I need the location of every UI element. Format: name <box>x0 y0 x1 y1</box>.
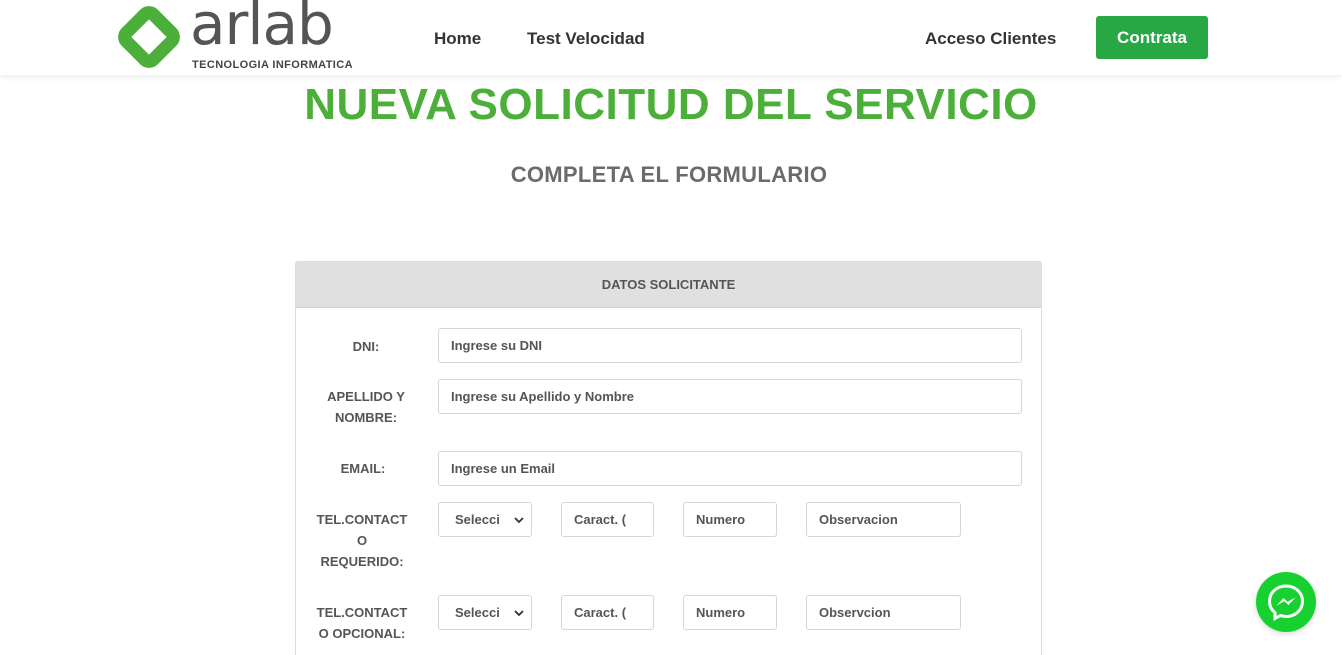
page-subtitle: COMPLETA EL FORMULARIO <box>510 162 828 187</box>
tel-requerido-observacion-input[interactable]: Observacion <box>806 502 961 537</box>
nombre-input[interactable]: Ingrese su Apellido y Nombre <box>438 379 1022 414</box>
tel-opcional-numero-input[interactable]: Numero <box>683 595 777 630</box>
tel-requerido-caract-input[interactable]: Caract. ( <box>561 502 654 537</box>
tel-opcional-select-value: Selecci <box>455 605 500 620</box>
page-title: NUEVA SOLICITUD DEL SERVICIO <box>304 80 1038 129</box>
nav-acceso-clientes-link[interactable]: Acceso Clientes <box>925 29 1056 49</box>
tel-requerido-type-select[interactable]: Selecci <box>438 502 532 537</box>
tel-opcional-label-line2: O OPCIONAL: <box>318 626 406 641</box>
chevron-down-icon <box>514 610 524 617</box>
nav-home-link[interactable]: Home <box>434 29 481 49</box>
tel-opcional-label: TEL.CONTACT O OPCIONAL: <box>310 602 414 644</box>
tel-requerido-label-line2: O <box>356 533 368 548</box>
email-input[interactable]: Ingrese un Email <box>438 451 1022 486</box>
nav-test-velocidad-link[interactable]: Test Velocidad <box>527 29 645 49</box>
email-label: EMAIL: <box>340 461 386 476</box>
datos-solicitante-card: DATOS SOLICITANTE DNI: Ingrese su DNI AP… <box>295 261 1042 655</box>
tel-opcional-type-select[interactable]: Selecci <box>438 595 532 630</box>
dni-label: DNI: <box>352 339 380 354</box>
arlab-logo-icon <box>118 6 180 68</box>
tel-requerido-label-line1: TEL.CONTACT <box>316 512 408 527</box>
tel-requerido-label-line3: REQUERIDO: <box>320 554 404 569</box>
tel-opcional-observacion-input[interactable]: Observcion <box>806 595 961 630</box>
top-navbar: arlab TECNOLOGIA INFORMATICA Home Test V… <box>0 0 1342 75</box>
brand-tagline: TECNOLOGIA INFORMATICA <box>192 59 353 71</box>
nombre-label-line2: NOMBRE: <box>334 410 398 425</box>
chevron-down-icon <box>514 517 524 524</box>
nombre-label: APELLIDO Y NOMBRE: <box>316 386 416 428</box>
arlab-logo[interactable]: arlab TECNOLOGIA INFORMATICA <box>116 0 361 72</box>
tel-opcional-label-line1: TEL.CONTACT <box>316 605 408 620</box>
brand-name: arlab <box>190 0 334 58</box>
tel-requerido-numero-input[interactable]: Numero <box>683 502 777 537</box>
tel-requerido-select-value: Selecci <box>455 512 500 527</box>
nombre-label-line1: APELLIDO Y <box>327 389 405 404</box>
contrata-button[interactable]: Contrata <box>1096 16 1208 59</box>
tel-requerido-label: TEL.CONTACT O REQUERIDO: <box>310 509 414 572</box>
card-header: DATOS SOLICITANTE <box>296 262 1041 308</box>
dni-input[interactable]: Ingrese su DNI <box>438 328 1022 363</box>
tel-opcional-caract-input[interactable]: Caract. ( <box>561 595 654 630</box>
messenger-chat-button[interactable] <box>1256 572 1316 632</box>
messenger-icon <box>1267 584 1305 622</box>
